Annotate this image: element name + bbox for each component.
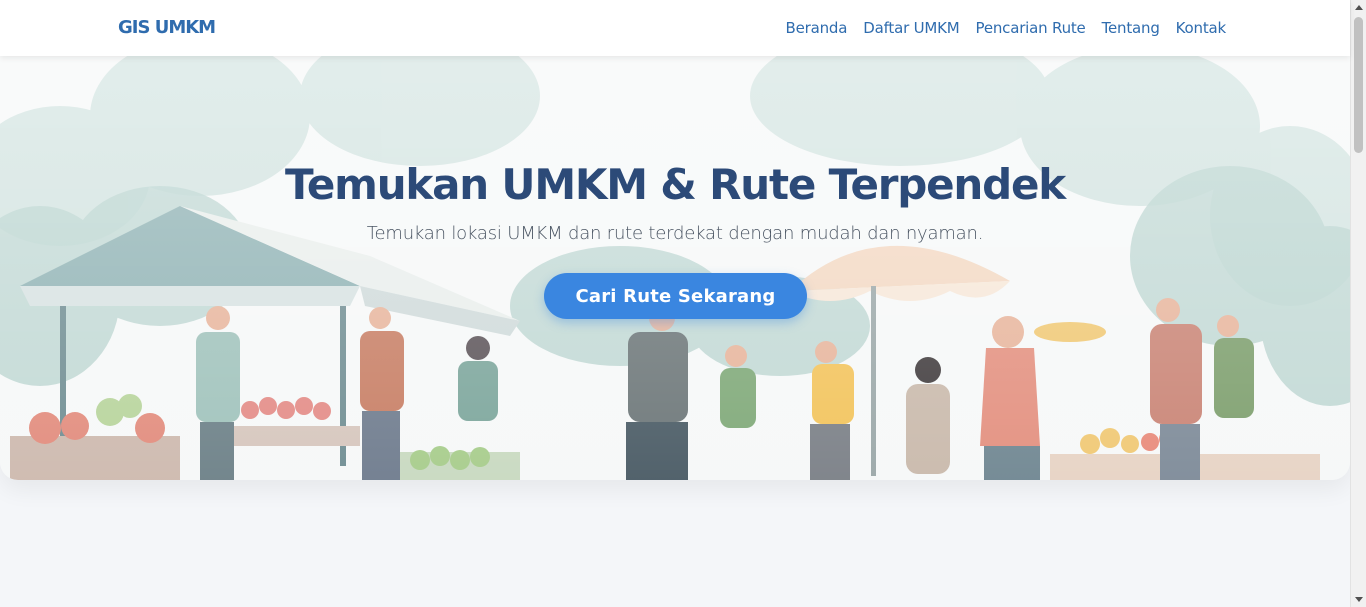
scroll-thumb[interactable] [1354, 17, 1363, 153]
hero-subtitle: Temukan lokasi UMKM dan rute terdekat de… [366, 223, 984, 244]
nav-link-tentang[interactable]: Tentang [1102, 19, 1160, 37]
scroll-up-arrow-icon[interactable] [1355, 5, 1363, 10]
scroll-down-arrow-icon[interactable] [1355, 597, 1363, 602]
hero-section: Temukan UMKM & Rute Terpendek Temukan lo… [0, 56, 1350, 480]
nav-link-kontak[interactable]: Kontak [1176, 19, 1227, 37]
vertical-scrollbar[interactable] [1350, 0, 1366, 607]
hero-overlay [0, 56, 1350, 480]
hero-title: Temukan UMKM & Rute Terpendek [285, 160, 1066, 209]
nav-link-pencarian-rute[interactable]: Pencarian Rute [976, 19, 1086, 37]
navbar: GIS UMKM Beranda Daftar UMKM Pencarian R… [0, 0, 1350, 56]
nav-menu: Beranda Daftar UMKM Pencarian Rute Tenta… [786, 18, 1227, 37]
cari-rute-button[interactable]: Cari Rute Sekarang [544, 273, 807, 319]
brand-logo[interactable]: GIS UMKM [118, 17, 216, 38]
nav-link-daftar-umkm[interactable]: Daftar UMKM [863, 19, 959, 37]
nav-link-beranda[interactable]: Beranda [786, 19, 848, 37]
